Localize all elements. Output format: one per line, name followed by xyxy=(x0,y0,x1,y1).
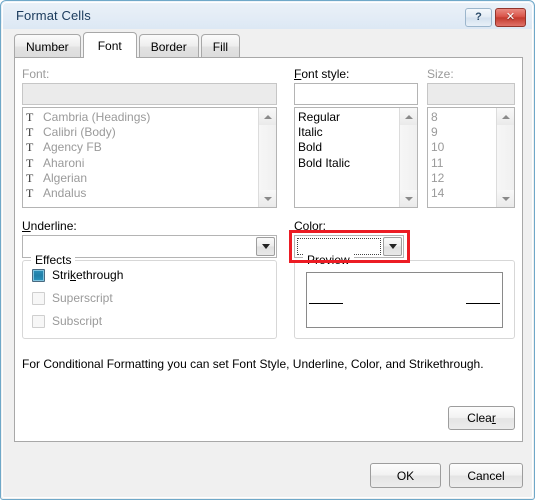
list-item[interactable]: 11 xyxy=(431,156,496,171)
color-highlight-annotation xyxy=(289,230,410,263)
list-item[interactable]: T Calibri (Body) xyxy=(26,125,258,140)
size-list-scrollbar[interactable] xyxy=(496,108,514,207)
format-cells-dialog: Format Cells ? ✕ Number Font Border Fill… xyxy=(0,0,535,500)
font-list[interactable]: T Cambria (Headings) T Calibri (Body) T Age… xyxy=(22,107,277,208)
truetype-icon: T xyxy=(26,110,34,125)
list-item[interactable]: 8 xyxy=(431,110,496,125)
truetype-icon: T xyxy=(26,140,34,155)
list-item[interactable]: 10 xyxy=(431,140,496,155)
font-input[interactable] xyxy=(22,83,277,105)
close-icon[interactable]: ✕ xyxy=(495,8,526,27)
list-item[interactable]: 9 xyxy=(431,125,496,140)
size-list[interactable]: 8 9 10 11 12 14 xyxy=(427,107,515,208)
checkbox-superscript[interactable]: Superscript xyxy=(32,291,113,305)
font-label: Font: xyxy=(22,67,50,81)
cancel-button[interactable]: Cancel xyxy=(449,463,523,488)
effects-group-label: Effects xyxy=(31,253,76,267)
clear-button-label: Clear xyxy=(467,411,496,425)
truetype-icon: T xyxy=(26,186,34,201)
checkbox-strikethrough[interactable]: Strikethrough xyxy=(32,268,123,282)
scroll-up-icon[interactable] xyxy=(497,108,514,125)
checkbox-subscript[interactable]: Subscript xyxy=(32,314,102,328)
truetype-icon: T xyxy=(26,170,34,185)
list-item[interactable]: T Aharoni xyxy=(26,156,258,171)
list-item[interactable]: Italic xyxy=(298,125,399,140)
help-icon[interactable]: ? xyxy=(465,8,492,27)
description-text: For Conditional Formatting you can set F… xyxy=(22,357,484,371)
list-item[interactable]: T Agency FB xyxy=(26,140,258,155)
list-item[interactable]: Bold Italic xyxy=(298,156,399,171)
checkbox-label: Subscript xyxy=(52,314,103,328)
scroll-up-icon[interactable] xyxy=(259,108,276,125)
scroll-up-icon[interactable] xyxy=(400,108,417,125)
tab-number[interactable]: Number xyxy=(14,34,81,58)
size-label: Size: xyxy=(427,67,454,81)
list-item[interactable]: 12 xyxy=(431,171,496,186)
chevron-down-icon[interactable] xyxy=(256,237,275,256)
font-style-list-scrollbar[interactable] xyxy=(399,108,417,207)
font-style-list[interactable]: Regular Italic Bold Bold Italic xyxy=(294,107,418,208)
scroll-down-icon[interactable] xyxy=(400,190,417,207)
list-item[interactable]: T Cambria (Headings) xyxy=(26,110,258,125)
clear-button[interactable]: Clear xyxy=(448,406,515,430)
tab-strip: Number Font Border Fill xyxy=(14,32,242,58)
list-item[interactable]: Regular xyxy=(298,110,399,125)
tab-font[interactable]: Font xyxy=(82,32,137,58)
font-list-scrollbar[interactable] xyxy=(258,108,276,207)
list-item[interactable]: Bold xyxy=(298,140,399,155)
font-style-input[interactable] xyxy=(294,83,418,105)
font-style-label: Font style: xyxy=(294,67,350,81)
font-tab-panel: Font: T Cambria (Headings) T Calibri (Body… xyxy=(14,57,523,442)
list-item[interactable]: T Andalus xyxy=(26,186,258,201)
checkbox-icon[interactable] xyxy=(32,268,45,282)
preview-sample-text xyxy=(307,273,502,327)
list-item[interactable]: T Algerian xyxy=(26,171,258,186)
checkbox-label: Strikethrough xyxy=(52,268,124,282)
scroll-down-icon[interactable] xyxy=(497,190,514,207)
ok-button[interactable]: OK xyxy=(370,463,441,488)
preview-box xyxy=(306,272,503,328)
size-input[interactable] xyxy=(427,83,515,105)
underline-label: Underline: xyxy=(22,219,77,233)
checkbox-icon[interactable] xyxy=(32,291,45,305)
list-item[interactable]: 14 xyxy=(431,186,496,201)
font-list-items: T Cambria (Headings) T Calibri (Body) T Age… xyxy=(23,108,258,207)
tab-border[interactable]: Border xyxy=(138,34,199,58)
truetype-icon: T xyxy=(26,155,34,170)
truetype-icon: T xyxy=(26,125,34,140)
checkbox-icon[interactable] xyxy=(32,314,45,328)
font-style-list-items: Regular Italic Bold Bold Italic xyxy=(295,108,399,207)
checkbox-label: Superscript xyxy=(52,291,113,305)
title-bar[interactable]: Format Cells ? ✕ xyxy=(3,3,532,29)
tab-fill[interactable]: Fill xyxy=(200,34,241,58)
window-title: Format Cells xyxy=(16,8,91,23)
scroll-down-icon[interactable] xyxy=(259,190,276,207)
size-list-items: 8 9 10 11 12 14 xyxy=(428,108,496,207)
